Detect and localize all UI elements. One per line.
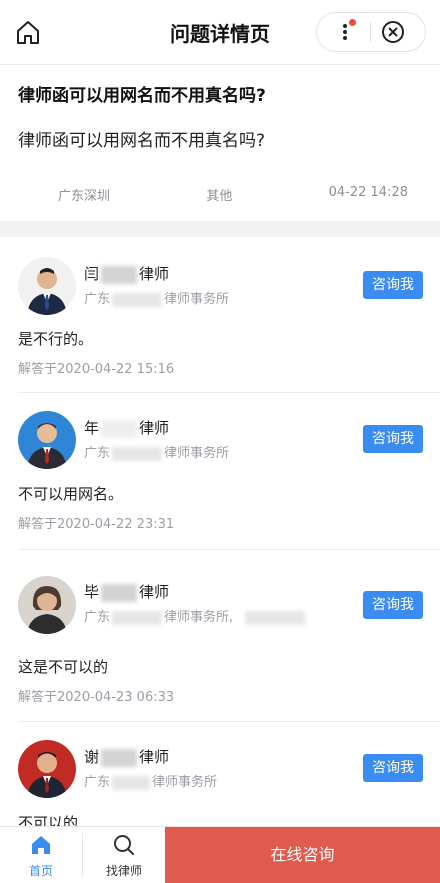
lawyer-name: 闫 律师 [84,263,169,284]
search-icon [112,833,136,857]
firm-suffix: 律师事务所 [152,775,218,790]
lawyer-name: 谢 律师 [84,746,169,767]
notification-dot [349,19,356,26]
firm-redaction [112,775,151,790]
tab-home-label: 首页 [28,864,53,878]
firm-suffix: 律师事务所 [164,446,230,461]
lawyer-firm: 广东 律师事务所, [84,606,307,625]
tab-home[interactable]: 首页 [0,827,82,883]
question-location: 广东深圳 [58,189,111,204]
lawyer-name-prefix: 闫 [84,265,100,283]
lawyer-firm: 广东 律师事务所 [84,442,229,461]
firm-prefix: 广东 [84,610,111,625]
avatar[interactable] [18,740,76,798]
consult-button[interactable]: 咨询我 [363,271,423,299]
question-section: 律师函可以用网名而不用真名吗? 律师函可以用网名而不用真名吗? 广东深圳 其他 … [0,65,440,204]
firm-prefix: 广东 [84,446,111,461]
question-time: 04-22 14:28 [328,185,408,200]
firm-redaction [112,446,163,461]
name-redaction [101,748,138,767]
capsule-divider [370,22,371,42]
lawyer-name-prefix: 毕 [84,583,100,601]
name-redaction [101,265,138,284]
tab-find-lawyer-label: 找律师 [105,864,142,878]
question-body: 律师函可以用网名而不用真名吗? [18,131,266,151]
header-bar: 问题详情页 [0,0,440,65]
lawyer-firm: 广东 律师事务所 [84,288,229,307]
lawyer-name-prefix: 年 [84,419,100,437]
consult-button[interactable]: 咨询我 [363,425,423,453]
answer-time: 解答于2020-04-22 23:31 [18,517,175,532]
lawyer-firm: 广东 律师事务所 [84,771,217,790]
divider [18,721,440,722]
tab-find-lawyer[interactable]: 找律师 [83,827,165,883]
firm-redaction [245,610,306,625]
section-gap [0,221,440,237]
close-icon[interactable] [381,20,405,44]
lawyer-name-suffix: 律师 [139,748,170,766]
question-title: 律师函可以用网名而不用真名吗? [18,86,266,106]
divider [18,392,440,393]
online-consult-button[interactable]: 在线咨询 [165,827,440,883]
name-redaction [101,419,138,438]
bottom-tabbar: 首页 找律师 在线咨询 [0,826,440,883]
name-redaction [101,583,138,602]
answer-text: 不可以用网名。 [18,485,124,503]
miniapp-capsule [316,12,426,52]
consult-button[interactable]: 咨询我 [363,591,423,619]
firm-suffix: 律师事务所, [164,610,234,625]
lawyer-name-suffix: 律师 [139,583,170,601]
firm-suffix: 律师事务所 [164,292,230,307]
question-meta: 广东深圳 其他 04-22 14:28 [58,185,408,204]
answer-text: 这是不可以的 [18,658,109,676]
firm-redaction [112,610,163,625]
avatar[interactable] [18,257,76,315]
firm-redaction [112,292,163,307]
answer-time: 解答于2020-04-23 06:33 [18,690,175,705]
lawyer-name: 年 律师 [84,417,169,438]
avatar[interactable] [18,411,76,469]
firm-prefix: 广东 [84,292,111,307]
lawyer-name-prefix: 谢 [84,748,100,766]
firm-prefix: 广东 [84,775,111,790]
home-icon [29,833,53,857]
lawyer-name: 毕 律师 [84,581,169,602]
answer-text: 是不行的。 [18,330,94,348]
divider [18,549,440,550]
question-category: 其他 [206,189,233,204]
answer-time: 解答于2020-04-22 15:16 [18,362,175,377]
consult-button[interactable]: 咨询我 [363,754,423,782]
avatar[interactable] [18,576,76,634]
lawyer-name-suffix: 律师 [139,419,170,437]
lawyer-name-suffix: 律师 [139,265,170,283]
